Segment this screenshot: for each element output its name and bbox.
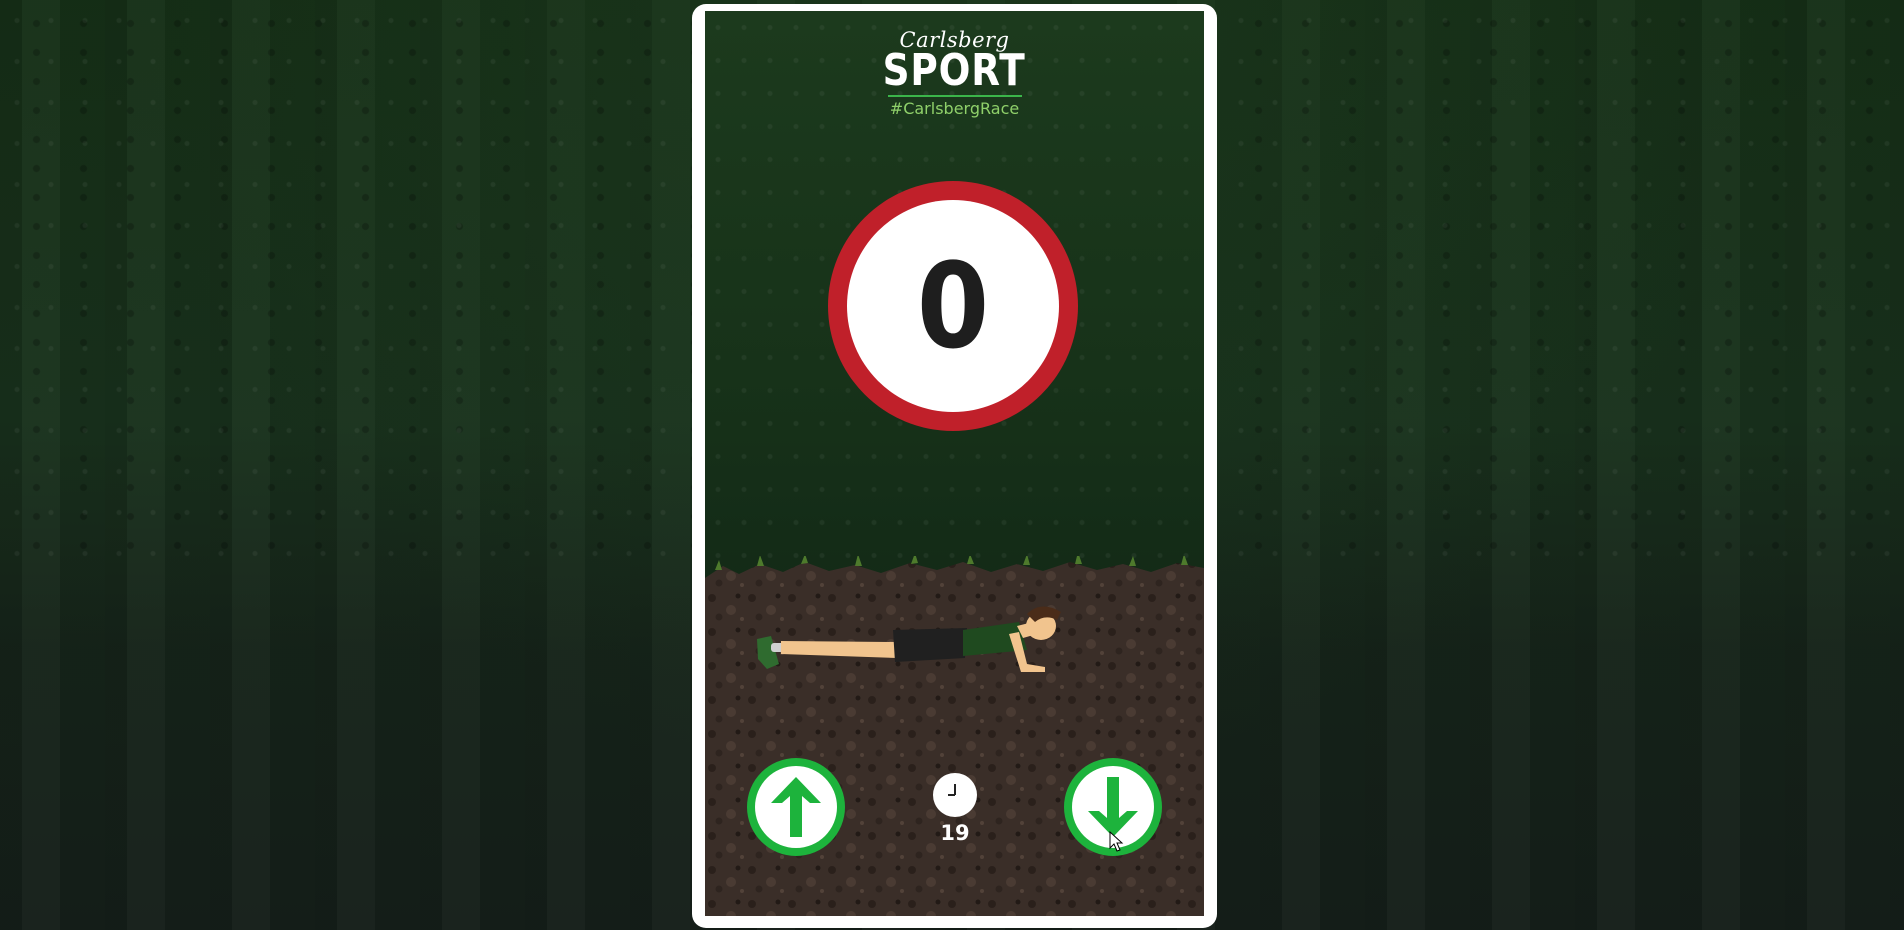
mouse-cursor-icon (1109, 831, 1124, 852)
timer: 19 (917, 773, 993, 845)
game-screen: Carlsberg SPORT #CarlsbergRace 0 19 (705, 11, 1204, 916)
arrow-up-icon (771, 777, 821, 837)
dirt-ground (705, 556, 1204, 916)
logo-title: SPORT (882, 45, 1027, 96)
score-counter: 0 (828, 181, 1078, 431)
carlsberg-sport-logo: Carlsberg SPORT #CarlsbergRace (705, 29, 1204, 118)
up-button[interactable] (747, 758, 845, 856)
timer-value: 19 (940, 821, 970, 845)
score-face: 0 (847, 200, 1059, 412)
logo-hashtag: #CarlsbergRace (889, 99, 1020, 118)
score-value: 0 (916, 237, 990, 375)
clock-icon (933, 773, 977, 817)
